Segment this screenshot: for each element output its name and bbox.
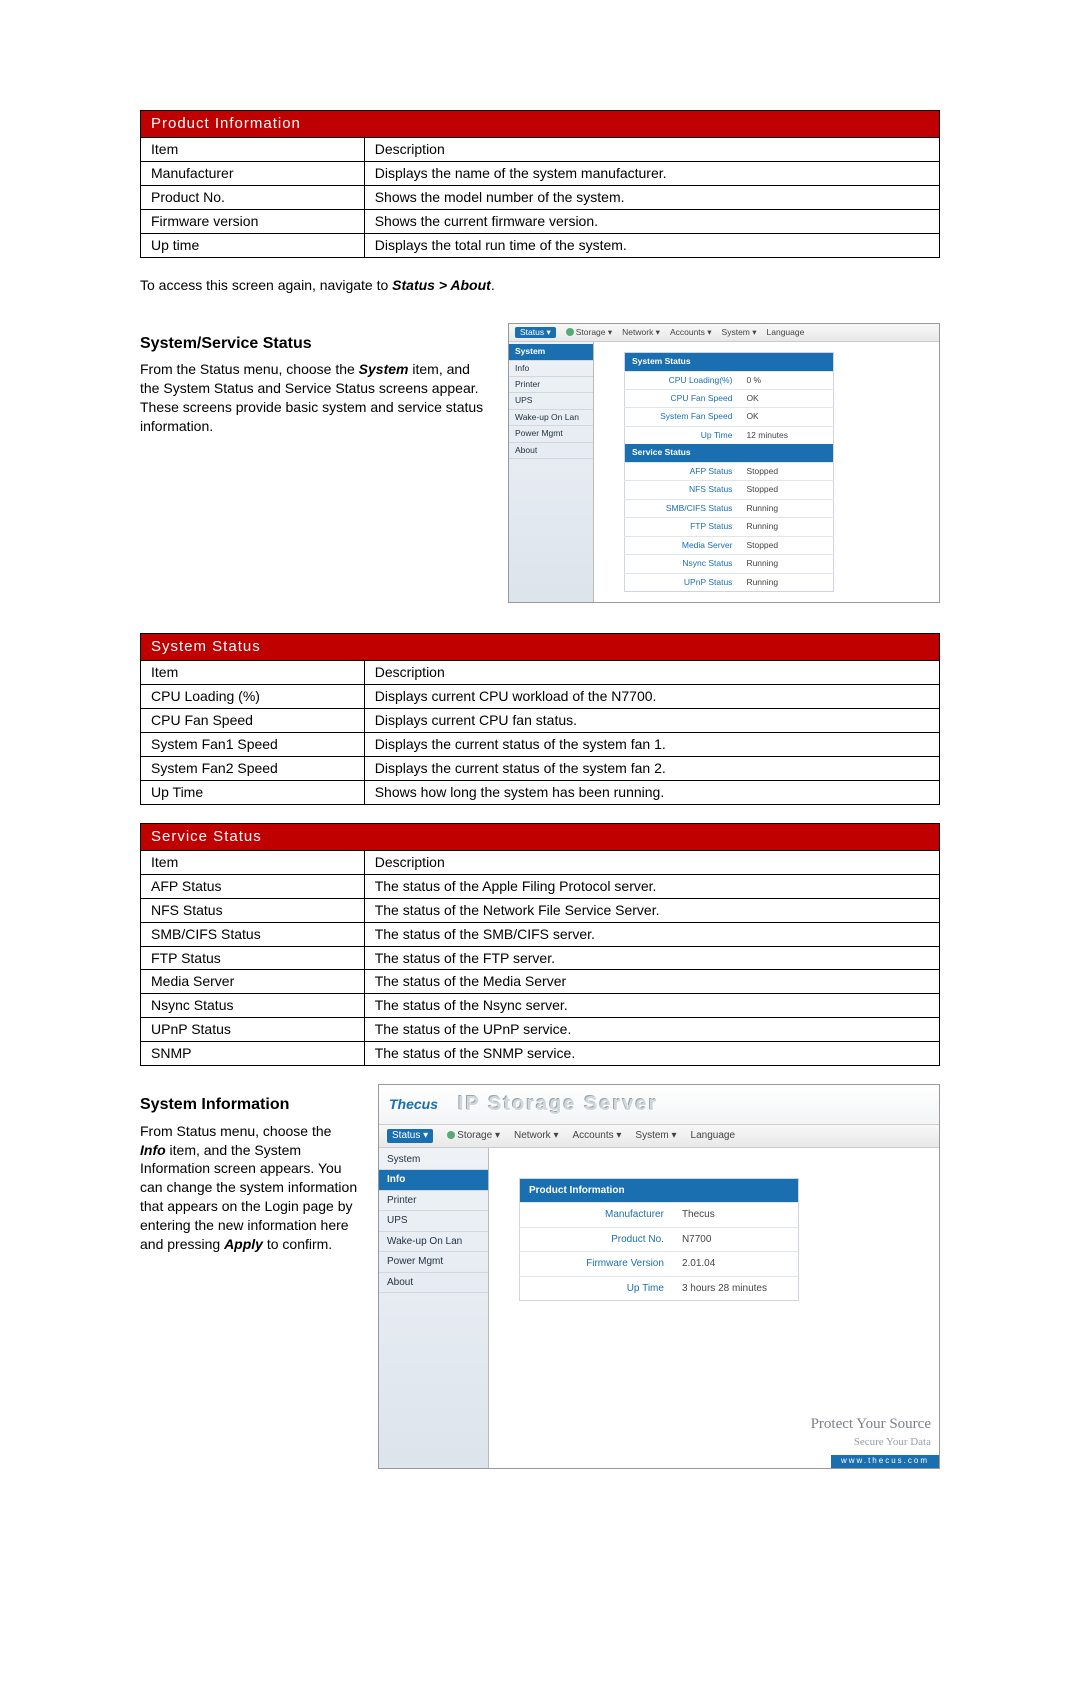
row-item: System Fan2 Speed [141, 756, 365, 780]
screenshot-system-info: Thecus IP Storage Server Status ▾ Storag… [378, 1084, 940, 1469]
menu-storage[interactable]: Storage ▾ [566, 327, 612, 338]
row-item: AFP Status [141, 874, 365, 898]
table-title: Service Status [141, 823, 940, 850]
sidebar-item-info[interactable]: Info [379, 1170, 488, 1191]
row-item: NFS Status [141, 898, 365, 922]
footer-brand: Protect Your Source Secure Your Data [811, 1414, 931, 1449]
sidebar-item-power[interactable]: Power Mgmt [379, 1252, 488, 1273]
brand-title: IP Storage Server [458, 1091, 658, 1118]
row-item: CPU Loading (%) [141, 685, 365, 709]
table-title: System Status [141, 634, 940, 661]
breadcrumb: Status > About [392, 277, 491, 293]
row-desc: Displays current CPU fan status. [364, 709, 939, 733]
service-status-table: Service Status Item Description AFP Stat… [140, 823, 940, 1066]
row-item: Media Server [141, 970, 365, 994]
menu-storage[interactable]: Storage ▾ [447, 1129, 500, 1143]
menu-network[interactable]: Network ▾ [622, 327, 660, 338]
row-desc: The status of the UPnP service. [364, 1018, 939, 1042]
menu-accounts[interactable]: Accounts ▾ [572, 1129, 621, 1143]
row-desc: Displays the total run time of the syste… [364, 233, 939, 257]
col-header-item: Item [141, 138, 365, 162]
panel-title: Product Information [520, 1178, 799, 1203]
menu-status[interactable]: Status ▾ [515, 327, 556, 338]
menu-network[interactable]: Network ▾ [514, 1129, 558, 1143]
menubar: Status ▾ Storage ▾ Network ▾ Accounts ▾ … [509, 324, 939, 342]
menubar: Status ▾ Storage ▾ Network ▾ Accounts ▾ … [379, 1125, 939, 1148]
row-desc: The status of the Media Server [364, 970, 939, 994]
screenshot-system-service: Status ▾ Storage ▾ Network ▾ Accounts ▾ … [508, 323, 940, 604]
menu-language[interactable]: Language [691, 1129, 736, 1143]
row-item: Nsync Status [141, 994, 365, 1018]
section-heading: System Information [140, 1094, 360, 1116]
system-status-panel: System Status CPU Loading(%)0 % CPU Fan … [624, 352, 834, 592]
row-item: UPnP Status [141, 1018, 365, 1042]
sidebar-item-ups[interactable]: UPS [379, 1211, 488, 1232]
row-desc: The status of the Network File Service S… [364, 898, 939, 922]
col-header-desc: Description [364, 661, 939, 685]
sidebar-item-printer[interactable]: Printer [509, 377, 593, 393]
row-desc: The status of the Apple Filing Protocol … [364, 874, 939, 898]
row-desc: The status of the Nsync server. [364, 994, 939, 1018]
product-information-table: Product Information Item Description Man… [140, 110, 940, 258]
row-desc: Displays the current status of the syste… [364, 756, 939, 780]
storage-icon [566, 328, 574, 336]
sidebar-item-info[interactable]: Info [509, 361, 593, 377]
row-item: Product No. [141, 186, 365, 210]
sidebar-item-system[interactable]: System [509, 344, 593, 360]
menu-status[interactable]: Status ▾ [387, 1129, 433, 1143]
brand-logo: Thecus [389, 1095, 438, 1114]
sidebar-item-system[interactable]: System [379, 1150, 488, 1171]
storage-icon [447, 1131, 455, 1139]
row-desc: Shows the model number of the system. [364, 186, 939, 210]
sidebar-item-about[interactable]: About [509, 443, 593, 459]
sidebar: System Info Printer UPS Wake-up On Lan P… [379, 1148, 489, 1468]
row-desc: The status of the FTP server. [364, 946, 939, 970]
col-header-desc: Description [364, 138, 939, 162]
col-header-item: Item [141, 661, 365, 685]
sidebar-item-ups[interactable]: UPS [509, 393, 593, 409]
row-item: SNMP [141, 1042, 365, 1066]
row-item: Up Time [141, 780, 365, 804]
row-item: CPU Fan Speed [141, 709, 365, 733]
table-title: Product Information [141, 111, 940, 138]
row-item: System Fan1 Speed [141, 733, 365, 757]
footer-url: www.thecus.com [831, 1455, 939, 1468]
menu-system[interactable]: System ▾ [722, 327, 757, 338]
nav-note: To access this screen again, navigate to… [140, 276, 940, 295]
sidebar-item-power[interactable]: Power Mgmt [509, 426, 593, 442]
section-paragraph: From the Status menu, choose the System … [140, 360, 490, 436]
menu-accounts[interactable]: Accounts ▾ [670, 327, 712, 338]
sidebar-item-printer[interactable]: Printer [379, 1191, 488, 1212]
row-desc: Shows how long the system has been runni… [364, 780, 939, 804]
row-desc: The status of the SMB/CIFS server. [364, 922, 939, 946]
row-item: FTP Status [141, 946, 365, 970]
menu-system[interactable]: System ▾ [635, 1129, 676, 1143]
row-item: Firmware version [141, 209, 365, 233]
section-paragraph: From Status menu, choose the Info item, … [140, 1122, 360, 1254]
product-information-panel: Product Information ManufacturerThecus P… [519, 1178, 799, 1302]
menu-language[interactable]: Language [767, 327, 805, 338]
col-header-desc: Description [364, 851, 939, 875]
col-header-item: Item [141, 851, 365, 875]
sidebar-item-wol[interactable]: Wake-up On Lan [509, 410, 593, 426]
row-desc: Shows the current firmware version. [364, 209, 939, 233]
section-heading: System/Service Status [140, 333, 490, 355]
panel-title: System Status [625, 353, 834, 371]
sidebar: System Info Printer UPS Wake-up On Lan P… [509, 342, 594, 602]
row-desc: Displays current CPU workload of the N77… [364, 685, 939, 709]
sidebar-item-wol[interactable]: Wake-up On Lan [379, 1232, 488, 1253]
row-item: Manufacturer [141, 162, 365, 186]
row-desc: Displays the current status of the syste… [364, 733, 939, 757]
panel-title: Service Status [625, 444, 834, 462]
system-status-table: System Status Item Description CPU Loadi… [140, 633, 940, 805]
sidebar-item-about[interactable]: About [379, 1273, 488, 1294]
row-desc: Displays the name of the system manufact… [364, 162, 939, 186]
row-item: Up time [141, 233, 365, 257]
row-desc: The status of the SNMP service. [364, 1042, 939, 1066]
row-item: SMB/CIFS Status [141, 922, 365, 946]
